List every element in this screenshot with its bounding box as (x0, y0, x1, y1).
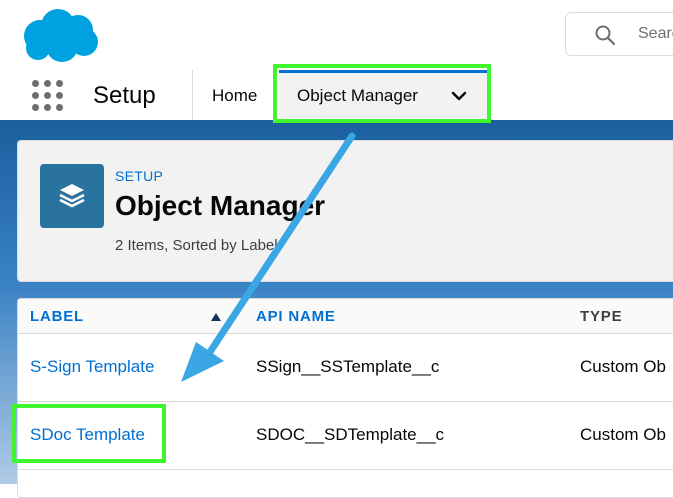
app-navigation-bar: Setup Home Object Manager (0, 70, 673, 121)
object-type: Custom Ob (580, 425, 666, 444)
page-header: SETUP Object Manager 2 Items, Sorted by … (17, 140, 673, 282)
breadcrumb[interactable]: SETUP (115, 168, 163, 184)
column-header-label[interactable]: LABEL (30, 308, 84, 325)
app-name: Setup (93, 82, 156, 109)
object-api-name: SSign__SSTemplate__c (256, 357, 440, 376)
column-header-type[interactable]: TYPE (580, 308, 622, 325)
tab-object-manager-label: Object Manager (297, 86, 418, 105)
table-header-row: LABEL API NAME TYPE (18, 299, 673, 334)
object-label-link[interactable]: S-Sign Template (30, 357, 154, 377)
object-list-table: LABEL API NAME TYPE S-Sign Template SSig… (17, 298, 673, 498)
sort-ascending-icon[interactable] (211, 313, 221, 321)
chevron-down-icon[interactable] (451, 91, 467, 101)
object-label-link[interactable]: SDoc Template (30, 425, 145, 445)
list-meta-info: 2 Items, Sorted by Label (115, 237, 278, 254)
global-search[interactable]: Search (565, 12, 673, 56)
page-title: Object Manager (115, 190, 326, 221)
nav-divider (192, 70, 193, 120)
search-placeholder: Search (638, 25, 673, 42)
object-type: Custom Ob (580, 357, 666, 376)
table-row: SDoc Template SDOC__SDTemplate__c Custom… (18, 401, 673, 470)
app-launcher-icon[interactable] (32, 80, 64, 112)
table-row: S-Sign Template SSign__SSTemplate__c Cus… (18, 333, 673, 402)
column-header-api-name[interactable]: API NAME (256, 308, 336, 325)
layers-icon (59, 184, 85, 208)
search-icon (595, 25, 616, 46)
tab-home[interactable]: Home (212, 86, 257, 106)
object-manager-icon (40, 164, 104, 228)
tab-object-manager[interactable]: Object Manager (279, 70, 488, 118)
global-header: Search (0, 0, 673, 71)
object-api-name: SDOC__SDTemplate__c (256, 425, 445, 444)
salesforce-logo[interactable] (18, 6, 102, 64)
